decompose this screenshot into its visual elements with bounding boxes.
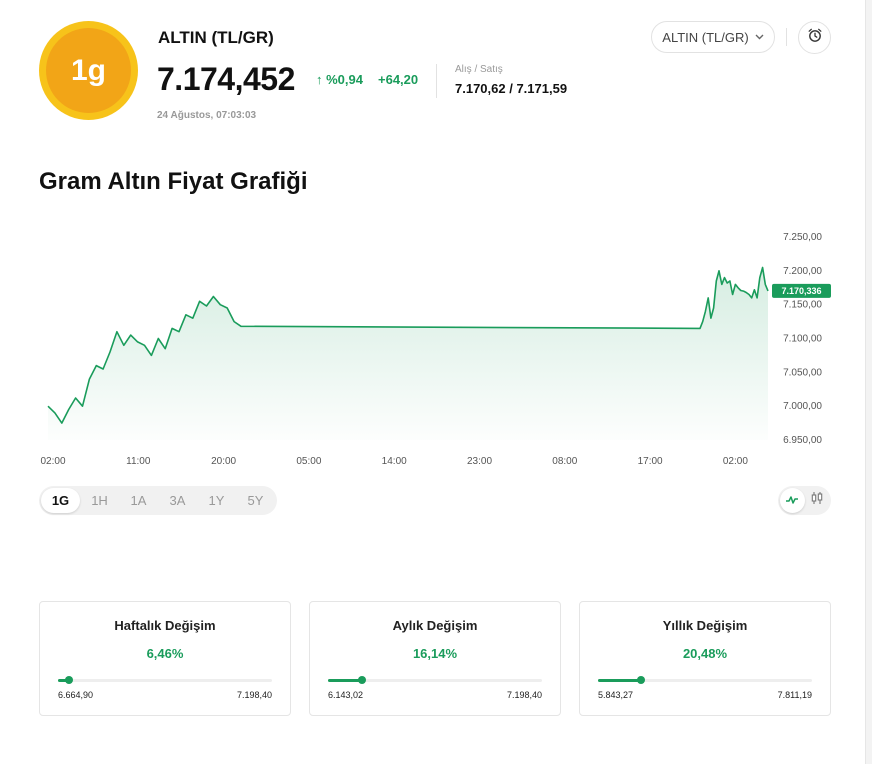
asset-selector-label: ALTIN (TL/GR): [662, 29, 749, 45]
line-chart-button[interactable]: [780, 488, 805, 513]
x-tick-label: 05:00: [296, 456, 321, 467]
range-fill: [598, 679, 641, 682]
change-absolute: +64,20: [378, 72, 419, 87]
price-chart[interactable]: 7.250,00 7.200,00 7.150,00 7.100,00 7.050,00…: [0, 225, 872, 475]
chart-type-toggle: [778, 486, 831, 515]
range-knob: [64, 676, 73, 684]
bid-ask-value: 7.170,62 / 7.171,59: [455, 81, 568, 96]
change-percent: ↑ %0,94: [316, 72, 363, 87]
bid-ask-label: Alış / Satış: [455, 64, 503, 75]
range-max: 7.198,40: [236, 690, 272, 700]
card-percent: 6,46%: [146, 646, 184, 661]
candlestick-button[interactable]: [805, 488, 830, 513]
y-tick-label: 7.000,00: [783, 401, 822, 412]
y-tick-label: 6.950,00: [783, 435, 822, 446]
card-percent: 16,14%: [412, 646, 458, 661]
x-tick-label: 02:00: [723, 456, 748, 467]
divider: [786, 28, 787, 46]
card-title: Yıllık Değişim: [662, 618, 748, 633]
x-tick-label: 14:00: [382, 456, 407, 467]
yearly-change-card: Yıllık Değişim 20,48% 5.843,27 7.811,19: [579, 601, 831, 716]
alarm-clock-icon: [807, 27, 823, 48]
range-track: [328, 676, 542, 684]
chevron-down-icon: [755, 32, 764, 42]
range-fill: [328, 679, 363, 682]
period-tab-5y[interactable]: 5Y: [236, 488, 275, 513]
alarm-button[interactable]: [798, 21, 831, 54]
x-tick-label: 11:00: [126, 456, 151, 467]
last-price-label: 7.170,336: [781, 286, 821, 296]
asset-selector[interactable]: ALTIN (TL/GR): [651, 21, 775, 53]
x-tick-label: 20:00: [211, 456, 236, 467]
gold-coin-icon: 1g: [39, 21, 138, 120]
range-track: [598, 676, 812, 684]
period-tabs: 1G 1H 1A 3A 1Y 5Y: [39, 486, 277, 515]
x-tick-label: 02:00: [40, 456, 65, 467]
asset-title: ALTIN (TL/GR): [158, 28, 274, 47]
range-max: 7.811,19: [777, 690, 812, 700]
line-chart-icon: [785, 492, 799, 510]
section-title: Gram Altın Fiyat Grafiği: [39, 168, 308, 195]
card-title: Haftalık Değişim: [114, 618, 216, 633]
range-min: 6.664,90: [58, 690, 94, 700]
x-tick-label: 17:00: [638, 456, 663, 467]
candlestick-icon: [810, 491, 824, 510]
monthly-change-card: Aylık Değişim 16,14% 6.143,02 7.198,40: [309, 601, 561, 716]
period-tab-1g[interactable]: 1G: [41, 488, 80, 513]
period-tab-1y[interactable]: 1Y: [197, 488, 236, 513]
x-tick-label: 08:00: [552, 456, 577, 467]
range-knob: [358, 676, 367, 684]
range-knob: [636, 676, 645, 684]
y-tick-label: 7.250,00: [783, 232, 822, 243]
y-tick-label: 7.200,00: [783, 266, 822, 277]
y-tick-label: 7.100,00: [783, 334, 822, 345]
weekly-change-card: Haftalık Değişim 6,46% 6.664,90 7.198,40: [39, 601, 291, 716]
range-track: [58, 676, 272, 684]
range-min: 5.843,27: [598, 690, 634, 700]
card-percent: 20,48%: [682, 646, 728, 661]
y-tick-label: 7.150,00: [783, 300, 822, 311]
chart-area: [48, 267, 768, 440]
period-tab-1h[interactable]: 1H: [80, 488, 119, 513]
coin-label: 1g: [46, 28, 131, 113]
current-price: 7.174,452: [157, 61, 295, 97]
y-tick-label: 7.050,00: [783, 367, 822, 378]
period-tab-3a[interactable]: 3A: [158, 488, 197, 513]
card-title: Aylık Değişim: [392, 618, 478, 633]
period-tab-1a[interactable]: 1A: [119, 488, 158, 513]
last-update-time: 24 Ağustos, 07:03:03: [157, 110, 257, 121]
divider: [436, 64, 437, 98]
range-max: 7.198,40: [506, 690, 542, 700]
range-min: 6.143,02: [328, 690, 364, 700]
last-price-badge: 7.170,336: [772, 283, 831, 298]
x-tick-label: 23:00: [467, 456, 492, 467]
